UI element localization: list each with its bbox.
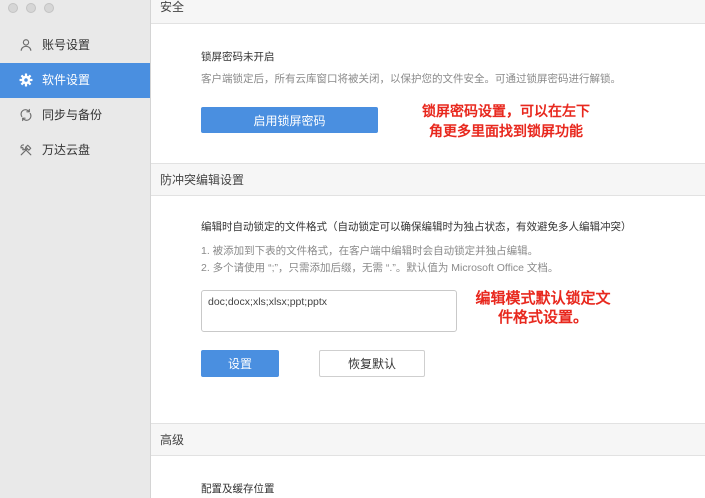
annotation-line: 锁屏密码设置，可以在左下 xyxy=(422,103,590,119)
sync-icon xyxy=(19,108,33,122)
lock-status-label: 锁屏密码未开启 xyxy=(201,51,275,63)
auto-lock-note-1: 1. 被添加到下表的文件格式，在客户端中编辑时会自动锁定并独占编辑。 xyxy=(201,245,539,257)
settings-window: 账号设置 软件设置 同步与备份 万达云盘 安全 锁屏密码未开启 客户端锁定后，所… xyxy=(0,0,705,498)
enable-lock-password-button[interactable]: 启用锁屏密码 xyxy=(201,107,378,133)
sidebar-item-sync-backup[interactable]: 同步与备份 xyxy=(0,98,150,133)
sidebar-item-account[interactable]: 账号设置 xyxy=(0,28,150,63)
section-header-advanced: 高级 xyxy=(151,423,705,456)
sidebar-item-software[interactable]: 软件设置 xyxy=(0,62,150,98)
close-window-button[interactable] xyxy=(8,3,18,13)
section-header-conflict: 防冲突编辑设置 xyxy=(151,163,705,196)
sidebar-item-label: 万达云盘 xyxy=(42,143,91,157)
tools-icon xyxy=(19,143,33,157)
section-title: 防冲突编辑设置 xyxy=(160,172,245,187)
settings-content: 安全 锁屏密码未开启 客户端锁定后，所有云库窗口将被关闭，以保护您的文件安全。可… xyxy=(151,0,705,498)
minimize-window-button[interactable] xyxy=(26,3,36,13)
sidebar-item-label: 账号设置 xyxy=(42,38,91,52)
gear-icon xyxy=(19,73,33,87)
annotation-line: 角更多里面找到锁屏功能 xyxy=(429,123,583,139)
set-formats-button[interactable]: 设置 xyxy=(201,350,279,377)
person-icon xyxy=(19,38,33,52)
annotation-edit-mode: 编辑模式默认锁定文 件格式设置。 xyxy=(453,289,633,327)
section-title: 高级 xyxy=(160,432,185,447)
annotation-line: 件格式设置。 xyxy=(497,309,588,326)
sidebar: 账号设置 软件设置 同步与备份 万达云盘 xyxy=(0,0,151,498)
config-cache-location-label: 配置及缓存位置 xyxy=(201,483,275,495)
sidebar-item-wanda-cloud[interactable]: 万达云盘 xyxy=(0,133,150,168)
lock-description: 客户端锁定后，所有云库窗口将被关闭，以保护您的文件安全。可通过锁屏密码进行解锁。 xyxy=(201,73,621,85)
sidebar-item-label: 同步与备份 xyxy=(42,108,103,122)
annotation-lock-password: 锁屏密码设置，可以在左下 角更多里面找到锁屏功能 xyxy=(396,101,616,141)
auto-lock-note-2: 2. 多个请使用 “;”，只需添加后缀，无需 “.”。默认值为 Microsof… xyxy=(201,262,559,274)
section-title: 安全 xyxy=(160,0,185,14)
window-controls xyxy=(8,3,54,13)
restore-default-button[interactable]: 恢复默认 xyxy=(319,350,425,377)
sidebar-item-label: 软件设置 xyxy=(42,73,91,87)
zoom-window-button[interactable] xyxy=(44,3,54,13)
auto-lock-formats-heading: 编辑时自动锁定的文件格式（自动锁定可以确保编辑时为独占状态，有效避免多人编辑冲突… xyxy=(201,221,632,233)
lock-formats-input[interactable]: doc;docx;xls;xlsx;ppt;pptx xyxy=(201,290,457,332)
annotation-line: 编辑模式默认锁定文 xyxy=(475,290,611,307)
section-header-security: 安全 xyxy=(151,0,705,24)
